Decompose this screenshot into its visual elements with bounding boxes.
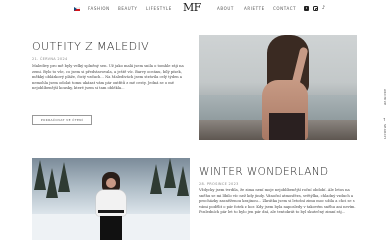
instagram-icon[interactable] — [313, 6, 319, 12]
site-logo[interactable]: MF — [183, 1, 201, 14]
nav-fashion[interactable]: FASHION — [88, 6, 110, 11]
post-excerpt: Maledivy pro mě byly velký splněný sen. … — [32, 64, 184, 91]
side-tab-search[interactable]: SEARCH — [381, 124, 387, 139]
post-excerpt: Vždycky jsem tvrdila, že zima není moje … — [199, 188, 356, 215]
side-tab-archive[interactable]: ARCHIVE — [381, 89, 387, 106]
post-title[interactable]: WINTER WONDERLAND — [199, 166, 329, 178]
post-image[interactable] — [199, 35, 357, 140]
post-image[interactable] — [32, 158, 190, 240]
post-date: 28. PROSINCE 2023 — [199, 182, 239, 186]
nav-ariette[interactable]: ARIETTE — [244, 6, 265, 11]
nav-contact[interactable]: CONTACT — [273, 6, 296, 11]
post-title[interactable]: OUTFITY Z MALEDIV — [32, 40, 149, 53]
arrow-left-icon[interactable]: ← — [381, 118, 387, 122]
nav-beauty[interactable]: BEAUTY — [118, 6, 137, 11]
youtube-icon[interactable] — [304, 6, 309, 11]
post-date: 21. ČERVNA 2024 — [32, 57, 68, 61]
read-more-button[interactable]: POKRAČOVAT VE ČTENÍ — [32, 115, 92, 125]
site-header: FASHION BEAUTY LIFESTYLE MF ABOUT ARIETT… — [0, 0, 390, 20]
nav-lifestyle[interactable]: LIFESTYLE — [146, 6, 172, 11]
tiktok-icon[interactable]: ♪ — [321, 6, 326, 11]
czech-flag-icon[interactable] — [74, 7, 80, 11]
nav-about[interactable]: ABOUT — [217, 6, 234, 11]
